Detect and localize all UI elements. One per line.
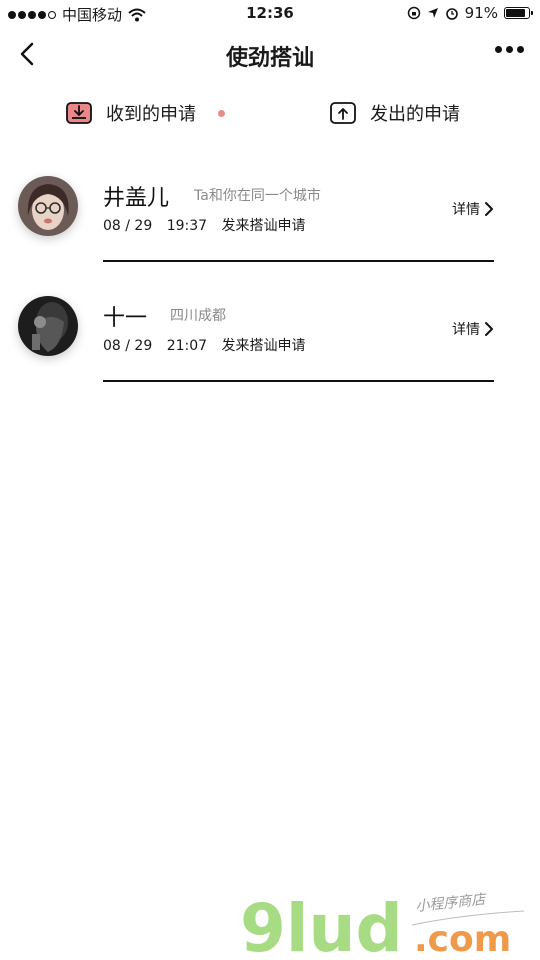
tab-sent[interactable]: 发出的申请 bbox=[330, 100, 460, 126]
battery-percent: 91% bbox=[464, 4, 498, 22]
list-item[interactable]: 井盖儿 Ta和你在同一个城市 08 / 29 19:37 发来搭讪申请 详情 bbox=[0, 170, 540, 290]
request-time: 21:07 bbox=[166, 338, 208, 354]
battery-icon bbox=[504, 7, 533, 19]
request-tabs: 收到的申请 发出的申请 bbox=[0, 100, 540, 130]
requester-location: Ta和你在同一个城市 bbox=[194, 188, 321, 204]
tab-sent-label: 发出的申请 bbox=[370, 104, 460, 125]
chevron-right-icon bbox=[485, 202, 493, 216]
outbox-upload-icon bbox=[330, 102, 356, 124]
requester-name: 十一 bbox=[103, 306, 148, 331]
watermark-brand: 9lud bbox=[240, 890, 403, 955]
request-meta: 08 / 29 21:07 发来搭讪申请 bbox=[103, 335, 306, 355]
detail-link[interactable]: 详情 bbox=[452, 319, 494, 339]
requester-name: 井盖儿 bbox=[103, 186, 170, 211]
request-time: 19:37 bbox=[166, 218, 208, 234]
inbox-download-icon bbox=[66, 102, 92, 124]
nav-bar: 使劲搭讪 bbox=[0, 30, 540, 80]
unread-badge bbox=[218, 109, 225, 117]
watermark-logo: 9lud .com 小程序商店 bbox=[240, 890, 525, 955]
detail-label: 详情 bbox=[452, 322, 480, 338]
avatar[interactable] bbox=[18, 296, 78, 356]
row-divider bbox=[103, 380, 494, 382]
detail-link[interactable]: 详情 bbox=[452, 199, 494, 219]
request-date: 08 / 29 bbox=[103, 338, 153, 354]
location-icon bbox=[427, 8, 438, 18]
chevron-right-icon bbox=[485, 322, 493, 336]
more-menu-icon[interactable] bbox=[495, 46, 524, 53]
request-action: 发来搭讪申请 bbox=[221, 218, 306, 234]
request-action: 发来搭讪申请 bbox=[221, 338, 306, 354]
request-meta: 08 / 29 19:37 发来搭讪申请 bbox=[103, 215, 306, 235]
rotation-lock-icon bbox=[407, 6, 420, 20]
list-item[interactable]: 十一 四川成都 08 / 29 21:07 发来搭讪申请 详情 bbox=[0, 290, 540, 410]
avatar[interactable] bbox=[18, 176, 78, 236]
status-right: 91% bbox=[407, 4, 533, 22]
status-bar: 中国移动 12:36 91% bbox=[0, 0, 540, 28]
detail-label: 详情 bbox=[452, 202, 480, 218]
watermark-domain: .com bbox=[414, 919, 511, 955]
row-divider bbox=[103, 260, 494, 262]
tab-received-label: 收到的申请 bbox=[106, 104, 196, 125]
watermark-tagline: 小程序商店 bbox=[415, 892, 488, 915]
requester-location: 四川成都 bbox=[170, 308, 226, 324]
tab-received[interactable]: 收到的申请 bbox=[66, 100, 225, 126]
alarm-icon bbox=[445, 8, 458, 20]
battery-fill bbox=[506, 9, 525, 17]
request-date: 08 / 29 bbox=[103, 218, 153, 234]
avatar-photo bbox=[18, 296, 78, 356]
page-title: 使劲搭讪 bbox=[225, 46, 314, 71]
avatar-photo bbox=[18, 176, 78, 236]
